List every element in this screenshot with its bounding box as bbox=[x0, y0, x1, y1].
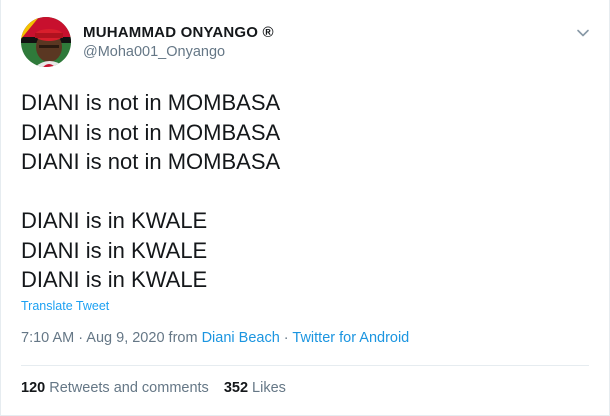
avatar[interactable] bbox=[21, 17, 71, 67]
tweet-text-line: DIANI is in KWALE bbox=[21, 267, 208, 292]
meta-separator: · bbox=[279, 330, 293, 346]
tweet-text-line: DIANI is in KWALE bbox=[21, 237, 208, 263]
likes-label: Likes bbox=[248, 380, 286, 396]
tweet-text-line: DIANI is not in MOMBASA bbox=[21, 90, 281, 115]
likes-count: 352 bbox=[223, 380, 249, 396]
tweet-text-line: DIANI is in KWALE bbox=[21, 208, 208, 233]
from-prefix: from bbox=[164, 330, 202, 346]
translate-tweet-link[interactable]: Translate Tweet bbox=[21, 299, 109, 313]
likes-stat[interactable]: 352 Likes bbox=[224, 380, 286, 396]
tweet-menu-button[interactable] bbox=[575, 25, 591, 41]
tweet-stats: 120 Retweets and comments 352 Likes bbox=[21, 380, 301, 396]
retweets-stat[interactable]: 120 Retweets and comments bbox=[21, 380, 209, 396]
tweet-text-line: DIANI is not in MOMBASA bbox=[21, 149, 281, 174]
author-handle[interactable]: @Moha001_Onyango bbox=[83, 44, 225, 60]
meta-separator: · bbox=[74, 330, 87, 346]
profile-avatar-icon bbox=[21, 17, 71, 67]
author-display-name[interactable]: MUHAMMAD ONYANGO ® bbox=[83, 24, 274, 41]
divider bbox=[21, 365, 589, 366]
retweets-label: Retweets and comments bbox=[45, 380, 209, 396]
tweet-card: MUHAMMAD ONYANGO ® @Moha001_Onyango DIAN… bbox=[0, 0, 610, 416]
location-link[interactable]: Diani Beach bbox=[202, 330, 280, 346]
tweet-date[interactable]: Aug 9, 2020 bbox=[86, 330, 164, 346]
tweet-metadata: 7:10 AM · Aug 9, 2020 from Diani Beach ·… bbox=[21, 330, 409, 346]
source-link[interactable]: Twitter for Android bbox=[292, 330, 409, 346]
tweet-time[interactable]: 7:10 AM bbox=[21, 330, 74, 346]
retweets-count: 120 bbox=[21, 380, 46, 396]
tweet-text-line: DIANI is not in MOMBASA bbox=[21, 119, 281, 145]
chevron-down-icon bbox=[577, 29, 589, 37]
tweet-text: DIANI is not in MOMBASA DIANI is not in … bbox=[21, 88, 280, 295]
